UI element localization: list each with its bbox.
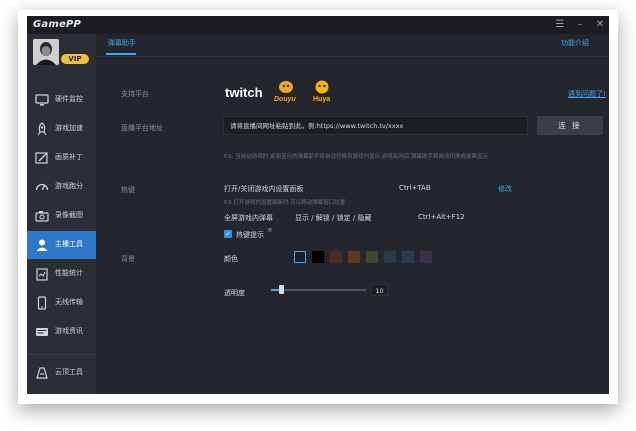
hotkey-panel-hint: P.S.打开游戏内设置面板时,可以移动弹幕窗口位置 (224, 200, 346, 206)
sidebar-item-streamer-tools[interactable]: 主播工具 (27, 231, 96, 259)
opacity-slider-track[interactable] (271, 289, 366, 291)
twitch-logo-text: twitch (225, 85, 262, 100)
sidebar-item-label: 性能统计 (55, 269, 83, 277)
hotkey-tip-checkbox[interactable]: ✓ (224, 230, 232, 238)
hotkey-panel-key: Ctrl+TAB (399, 184, 431, 192)
color-swatch[interactable] (294, 251, 306, 263)
color-label: 颜色 (224, 255, 238, 263)
sidebar-item-tft-tools[interactable]: 云顶工具 (27, 359, 96, 387)
sidebar-item-label: 游戏加速 (55, 124, 83, 132)
tab-danmaku-assistant[interactable]: 弹幕助手 (108, 38, 136, 48)
platforms-label: 支持平台 (121, 90, 149, 98)
color-swatch[interactable] (366, 251, 378, 263)
huya-logo-text: Huya (313, 96, 330, 103)
sidebar-item-label: 主播工具 (55, 240, 83, 248)
opacity-value[interactable]: 10 (371, 284, 388, 296)
app-logo: GamePP (33, 19, 82, 30)
news-icon (36, 328, 48, 336)
user-profile[interactable]: VIP (33, 39, 95, 67)
minimize-icon[interactable]: – (573, 18, 587, 32)
user-icon (36, 239, 48, 251)
main-panel: 弹幕助手 功能介绍 支持平台 twitch Douyu Huya 遇到问题了! … (96, 34, 609, 394)
avatar[interactable] (33, 39, 59, 65)
twitch-logo[interactable]: twitch (224, 80, 263, 104)
sidebar-item-graphics-patch[interactable]: 画质补丁 (27, 144, 96, 172)
live-address-note: P.S. 当自动游戏时,桌面显示的弹幕助手将自动切换到游戏内显示;游戏关闭后,弹… (224, 154, 489, 160)
app-window: GamePP ☰ – ✕ VIP 硬件监控 游戏加速 画质补丁 游戏跑分 录像截… (27, 16, 609, 394)
sidebar-divider (27, 354, 96, 355)
hotkey-panel-name: 打开/关闭游戏内设置面板 (224, 185, 304, 193)
hotkey-tip-marker: ® (267, 228, 273, 234)
color-swatch[interactable] (402, 251, 414, 263)
sidebar-item-label: 无线传输 (55, 298, 83, 306)
live-address-label: 直播平台地址 (121, 124, 163, 132)
sidebar-item-recording[interactable]: 录像截图 (27, 202, 96, 230)
connect-button[interactable]: 连 接 (537, 116, 603, 135)
douyu-logo[interactable]: Douyu (271, 78, 301, 103)
sidebar-item-game-boost[interactable]: 游戏加速 (27, 115, 96, 143)
sidebar-item-label: 游戏跑分 (55, 182, 83, 190)
game-icon (36, 367, 48, 379)
sidebar-item-wireless-transfer[interactable]: 无线传输 (27, 289, 96, 317)
hotkey-danmaku-key: Ctrl+Alt+F12 (418, 213, 465, 221)
hotkey-tip-label: 热键提示 (236, 231, 264, 239)
sidebar: VIP 硬件监控 游戏加速 画质补丁 游戏跑分 录像截图 主播工具 性能统计 无… (27, 34, 96, 394)
sidebar-item-benchmark[interactable]: 游戏跑分 (27, 173, 96, 201)
sidebar-item-label: 录像截图 (55, 211, 83, 219)
sidebar-item-label: 云顶工具 (55, 368, 83, 376)
sidebar-item-game-news[interactable]: 游戏资讯 (27, 318, 96, 346)
color-swatch[interactable] (384, 251, 396, 263)
color-swatch[interactable] (330, 251, 342, 263)
phone-icon (37, 296, 47, 310)
opacity-slider-thumb[interactable] (278, 285, 284, 294)
sidebar-item-label: 硬件监控 (55, 95, 83, 103)
sidebar-item-performance-stats[interactable]: 性能统计 (27, 260, 96, 288)
rocket-icon (37, 122, 47, 136)
problem-link[interactable]: 遇到问题了! (568, 89, 606, 99)
live-url-input[interactable]: 请将直播间网址粘贴到此。例:https://www.twitch.tv/xxxx (223, 116, 528, 135)
hotkey-danmaku-actions[interactable]: 显示 / 解锁 / 锁定 / 隐藏 (295, 213, 371, 223)
huya-logo[interactable]: Huya (309, 78, 335, 103)
background-label: 背景 (121, 255, 135, 263)
brush-icon (35, 152, 48, 164)
color-swatch[interactable] (348, 251, 360, 263)
sidebar-item-label: 画质补丁 (55, 153, 83, 161)
camera-icon (35, 211, 49, 222)
monitor-icon (35, 94, 49, 106)
vip-badge: VIP (61, 54, 89, 64)
menu-icon[interactable]: ☰ (553, 18, 567, 32)
opacity-label: 透明度 (224, 289, 245, 297)
modify-hotkey-link[interactable]: 修改 (498, 184, 512, 194)
color-swatch[interactable] (420, 251, 432, 263)
feature-intro-link[interactable]: 功能介绍 (561, 38, 589, 48)
hotkey-label: 热键 (121, 186, 135, 194)
active-tab-indicator (106, 53, 136, 55)
douyu-logo-text: Douyu (274, 96, 297, 103)
title-bar: GamePP ☰ – ✕ (27, 16, 609, 34)
sidebar-item-hardware-monitor[interactable]: 硬件监控 (27, 86, 96, 114)
tab-bar: 弹幕助手 功能介绍 (96, 34, 609, 57)
color-swatch[interactable] (312, 251, 324, 263)
speedometer-icon (35, 183, 49, 191)
sidebar-item-label: 游戏资讯 (55, 327, 83, 335)
hotkey-danmaku-name: 全屏游戏内弹幕 (224, 214, 273, 222)
clipboard-icon (36, 268, 48, 281)
close-icon[interactable]: ✕ (593, 18, 607, 32)
